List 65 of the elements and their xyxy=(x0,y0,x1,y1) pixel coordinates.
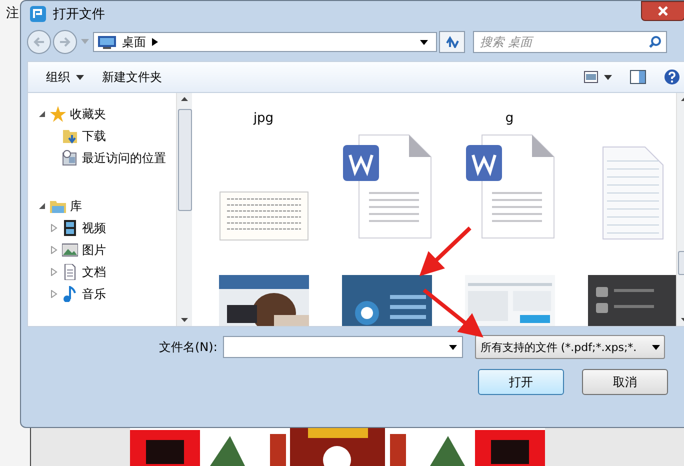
search-icon xyxy=(649,36,661,48)
breadcrumb-item[interactable]: 桌面 xyxy=(122,34,146,50)
dropdown-icon[interactable] xyxy=(449,345,458,350)
organize-button[interactable]: 组织 xyxy=(42,66,88,88)
forward-arrow-icon xyxy=(59,37,71,47)
collapsed-arrow-icon[interactable] xyxy=(50,246,58,254)
forward-button[interactable] xyxy=(53,30,77,54)
pane-icon xyxy=(630,70,646,84)
music-note-icon xyxy=(62,286,78,302)
collapsed-arrow-icon[interactable] xyxy=(50,224,58,232)
caret-icon[interactable] xyxy=(81,39,89,45)
new-folder-button[interactable]: 新建文件夹 xyxy=(98,66,166,88)
scroll-up-icon xyxy=(181,97,188,101)
back-arrow-icon xyxy=(33,37,45,47)
document-icon xyxy=(62,264,78,280)
cancel-button[interactable]: 取消 xyxy=(582,369,668,395)
close-button[interactable] xyxy=(641,1,684,21)
window-title: 打开文件 xyxy=(53,6,106,23)
caret-icon xyxy=(604,74,612,80)
text-file-icon[interactable] xyxy=(600,145,664,241)
refresh-button[interactable] xyxy=(439,31,465,53)
scrollbar[interactable] xyxy=(176,93,192,326)
expanded-arrow-icon[interactable] xyxy=(38,110,46,118)
expanded-arrow-icon[interactable] xyxy=(38,202,46,210)
app-label: 注 xyxy=(5,5,20,22)
open-button[interactable]: 打开 xyxy=(478,369,564,395)
chevron-icon xyxy=(152,38,158,46)
document-thumbnail[interactable] xyxy=(218,191,308,241)
star-icon xyxy=(50,106,66,122)
arrow xyxy=(422,288,484,338)
app-icon xyxy=(29,5,47,23)
nav-item[interactable]: 最近访问的位置 xyxy=(82,150,166,166)
download-folder-icon xyxy=(62,128,78,144)
dropdown-icon xyxy=(420,40,428,44)
monitor-icon xyxy=(98,35,116,49)
back-button[interactable] xyxy=(27,30,51,54)
filename-label: 文件名(N): xyxy=(159,338,218,356)
close-icon xyxy=(658,6,668,16)
filename-field[interactable] xyxy=(223,336,464,358)
dropdown-icon xyxy=(652,344,660,350)
collapsed-arrow-icon[interactable] xyxy=(50,268,58,276)
nav-item[interactable]: 音乐 xyxy=(82,286,106,302)
collapsed-arrow-icon[interactable] xyxy=(50,290,58,298)
file-name[interactable]: g xyxy=(505,111,514,126)
file-name[interactable]: jpg xyxy=(253,111,274,126)
nav-item[interactable]: 收藏夹 xyxy=(70,106,106,122)
film-icon xyxy=(62,220,78,236)
view-icon xyxy=(584,71,598,83)
scroll-thumb[interactable] xyxy=(178,109,192,211)
search-field[interactable]: 搜索 桌面 xyxy=(473,31,667,53)
nav-item[interactable]: 下载 xyxy=(82,128,106,144)
nav-item[interactable]: 文档 xyxy=(82,264,106,280)
refresh-icon xyxy=(445,36,459,48)
file-type-dropdown[interactable]: 所有支持的文件 (*.pdf;*.xps;*. xyxy=(475,335,666,359)
scroll-down-icon xyxy=(181,318,188,322)
address-bar[interactable]: 桌面 xyxy=(93,32,437,52)
caret-icon xyxy=(76,74,84,80)
nav-item[interactable]: 视频 xyxy=(82,220,106,236)
nav-item[interactable]: 图片 xyxy=(82,242,106,258)
library-folder-icon xyxy=(50,198,66,214)
recent-places-icon xyxy=(62,150,78,166)
image-icon xyxy=(62,242,78,258)
nav-item[interactable]: 库 xyxy=(70,198,82,214)
arrow xyxy=(419,226,472,276)
help-icon xyxy=(664,69,680,85)
